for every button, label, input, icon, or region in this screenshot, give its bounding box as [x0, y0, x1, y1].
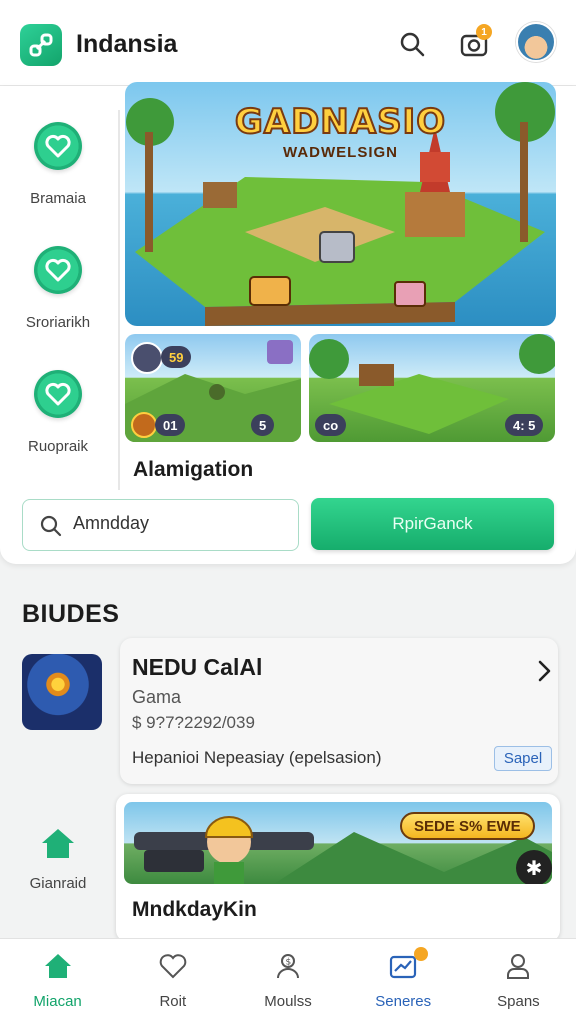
heart-badge-icon: [34, 246, 82, 294]
search-icon: [40, 515, 62, 537]
heart-badge-icon: [34, 122, 82, 170]
bottom-tab-bar: Miacan Roit $ Moulss Seneres Spans: [0, 938, 576, 1024]
stat-pill: co: [315, 414, 347, 436]
game-thumbnail-2[interactable]: co 4: 5: [309, 334, 555, 442]
search-input[interactable]: [73, 513, 288, 534]
hero-title: GADNASIO: [234, 101, 447, 143]
heart-outline-icon: [156, 949, 190, 983]
tab-spans[interactable]: Spans: [461, 939, 576, 1024]
sidebar-item-ruopraik[interactable]: Ruopraik: [0, 370, 116, 455]
hero-subtitle: WADWELSIGN: [283, 144, 398, 161]
item-category: Gama: [132, 687, 182, 707]
item-thumbnail[interactable]: [22, 654, 102, 730]
app-logo[interactable]: [20, 24, 62, 66]
sidebar-item-label: Bramaia: [30, 190, 86, 207]
game-thumbnail-1[interactable]: 59 01 5: [125, 334, 301, 442]
stat-pill: 59: [161, 346, 192, 368]
stat-pill: 01: [155, 414, 186, 436]
sidebar-item-label: Sroriarikh: [25, 314, 91, 331]
item-name: NEDU CalAl: [132, 654, 263, 680]
sidebar-divider: [118, 110, 120, 490]
promo-tag: SEDE S% EWE: [400, 812, 535, 840]
tab-moulss[interactable]: $ Moulss: [230, 939, 345, 1024]
sidebar-item-gianraid[interactable]: Gianraid: [0, 826, 116, 892]
svg-text:$: $: [286, 958, 292, 968]
heart-badge-icon: [34, 370, 82, 418]
notification-badge: 1: [476, 24, 492, 40]
stat-pill: 4: 5: [505, 414, 544, 436]
home-icon: [41, 949, 75, 983]
item-tag-button[interactable]: Sapel: [494, 746, 552, 771]
tab-seneres[interactable]: Seneres: [346, 939, 461, 1024]
tab-label: Seneres: [375, 993, 432, 1010]
tab-miacan[interactable]: Miacan: [0, 939, 115, 1024]
sidebar-item-bramaia[interactable]: Bramaia: [0, 122, 116, 207]
link-icon: [29, 33, 53, 57]
user-money-icon: $: [271, 949, 305, 983]
tab-label: Moulss: [264, 993, 312, 1010]
asterisk-icon[interactable]: ✱: [516, 850, 552, 884]
item-price: $ 9?7?2292/039: [132, 713, 255, 732]
sidebar-item-label: Gianraid: [29, 875, 87, 892]
item-description: Hepanioi Nepeasiay (epelsasion): [132, 748, 382, 767]
search-submit-button[interactable]: RpirGanck: [311, 498, 554, 550]
stat-pill: 5: [251, 414, 275, 436]
tab-label: Spans: [497, 993, 540, 1010]
notification-dot: [413, 947, 428, 961]
avatar[interactable]: [516, 22, 556, 62]
home-icon: [42, 829, 74, 858]
app-header: Indansia 1: [0, 0, 576, 86]
hero-banner[interactable]: GADNASIO WADWELSIGN: [125, 82, 556, 326]
sidebar-item-label: Ruopraik: [27, 438, 89, 455]
tab-label: Miacan: [33, 993, 82, 1010]
chest-icon: [267, 340, 293, 364]
sidebar-item-sroriarikh[interactable]: Sroriarikh: [0, 246, 116, 331]
person-icon: [501, 949, 535, 983]
promo-banner: SEDE S% EWE ✱: [124, 802, 552, 884]
section-title: BIUDES: [22, 600, 120, 628]
search-button[interactable]: [394, 26, 430, 62]
tab-roit[interactable]: Roit: [115, 939, 230, 1024]
feature-title: Alamigation: [133, 458, 254, 481]
promo-title: MndkdayKin: [132, 898, 257, 921]
player-avatar: [131, 342, 163, 374]
chevron-right-icon[interactable]: [534, 658, 554, 691]
camera-button[interactable]: 1: [456, 24, 492, 62]
app-title: Indansia: [76, 30, 178, 58]
search-box[interactable]: [22, 499, 299, 551]
promo-card[interactable]: SEDE S% EWE ✱ MndkdayKin: [116, 794, 560, 942]
shield-icon: [131, 412, 157, 438]
tab-label: Roit: [159, 993, 187, 1010]
search-icon: [400, 32, 425, 57]
